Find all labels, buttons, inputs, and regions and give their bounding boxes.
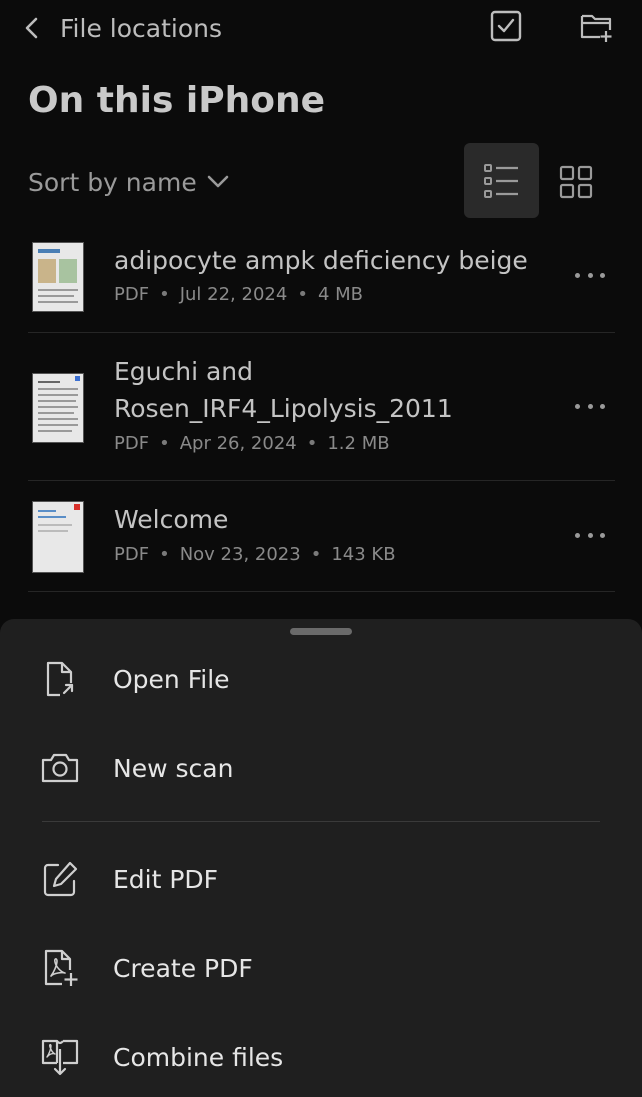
grid-view-button[interactable] xyxy=(552,158,600,206)
separator-dot: • xyxy=(159,544,170,565)
separator-dot: • xyxy=(310,544,322,565)
separator-dot: • xyxy=(159,433,170,454)
file-thumbnail xyxy=(32,242,84,312)
edit-pdf-icon xyxy=(43,861,78,897)
new-folder-button[interactable] xyxy=(578,8,614,44)
separator-dot: • xyxy=(297,284,308,305)
folder-add-icon xyxy=(580,14,612,42)
menu-item-label: Edit PDF xyxy=(113,864,219,894)
divider xyxy=(28,591,615,592)
grid-view-icon xyxy=(559,165,593,199)
file-type: PDF xyxy=(114,544,150,565)
file-meta: PDF • Apr 26, 2024 • 1.2 MB xyxy=(114,433,390,454)
create-pdf-icon xyxy=(44,949,78,986)
screen: File locations On this iPhone Sort by na… xyxy=(0,0,642,1097)
file-name: Welcome xyxy=(114,505,229,534)
select-button[interactable] xyxy=(488,8,524,44)
more-options-icon[interactable] xyxy=(575,404,605,414)
file-meta: PDF • Jul 22, 2024 • 4 MB xyxy=(114,284,363,305)
file-type: PDF xyxy=(114,284,150,305)
chevron-left-icon xyxy=(25,17,38,39)
menu-item-label: Create PDF xyxy=(113,953,253,983)
file-row[interactable]: Welcome PDF • Nov 23, 2023 • 143 KB xyxy=(28,481,615,592)
more-options-icon[interactable] xyxy=(575,273,605,283)
more-options-icon[interactable] xyxy=(575,533,605,543)
separator-dot: • xyxy=(159,284,170,305)
page-title: On this iPhone xyxy=(28,80,326,121)
checkbox-icon xyxy=(490,10,522,42)
sort-label: Sort by name xyxy=(28,167,197,197)
separator-dot: • xyxy=(306,433,318,454)
camera-icon xyxy=(41,753,79,783)
file-name-line-1: Eguchi and xyxy=(114,357,254,386)
menu-item-label: Open File xyxy=(113,664,230,694)
file-row[interactable]: adipocyte ampk deficiency beige PDF • Ju… xyxy=(28,230,615,333)
file-type: PDF xyxy=(114,433,150,454)
action-sheet: Open File New scan Edit PDF Create PDF C… xyxy=(0,619,642,1097)
back-button[interactable]: File locations xyxy=(22,10,222,46)
file-date: Jul 22, 2024 xyxy=(179,284,288,305)
menu-item-open-file[interactable]: Open File xyxy=(0,649,642,709)
file-row[interactable]: Eguchi and Rosen_IRF4_Lipolysis_2011 PDF… xyxy=(28,333,615,481)
file-thumbnail xyxy=(32,373,84,443)
back-label: File locations xyxy=(60,13,222,43)
list-view-icon xyxy=(483,163,518,198)
sheet-drag-handle[interactable] xyxy=(290,628,352,635)
file-name-line-2: Rosen_IRF4_Lipolysis_2011 xyxy=(114,394,453,423)
menu-item-combine-files[interactable]: Combine files xyxy=(0,1027,642,1087)
file-meta: PDF • Nov 23, 2023 • 143 KB xyxy=(114,544,396,565)
file-date: Apr 26, 2024 xyxy=(179,433,297,454)
file-date: Nov 23, 2023 xyxy=(179,544,301,565)
combine-files-icon xyxy=(41,1039,79,1076)
file-size: 1.2 MB xyxy=(327,433,390,454)
file-thumbnail xyxy=(32,501,84,573)
menu-item-create-pdf[interactable]: Create PDF xyxy=(0,938,642,998)
list-view-button[interactable] xyxy=(464,143,539,218)
file-size: 143 KB xyxy=(331,544,396,565)
file-size: 4 MB xyxy=(317,284,363,305)
chevron-down-icon xyxy=(207,175,229,188)
open-file-icon xyxy=(46,661,76,697)
menu-item-label: New scan xyxy=(113,753,234,783)
file-name: adipocyte ampk deficiency beige xyxy=(114,246,528,275)
divider xyxy=(42,821,600,822)
menu-item-label: Combine files xyxy=(113,1042,284,1072)
sort-dropdown[interactable]: Sort by name xyxy=(28,164,229,200)
menu-item-new-scan[interactable]: New scan xyxy=(0,738,642,798)
menu-item-edit-pdf[interactable]: Edit PDF xyxy=(0,849,642,909)
